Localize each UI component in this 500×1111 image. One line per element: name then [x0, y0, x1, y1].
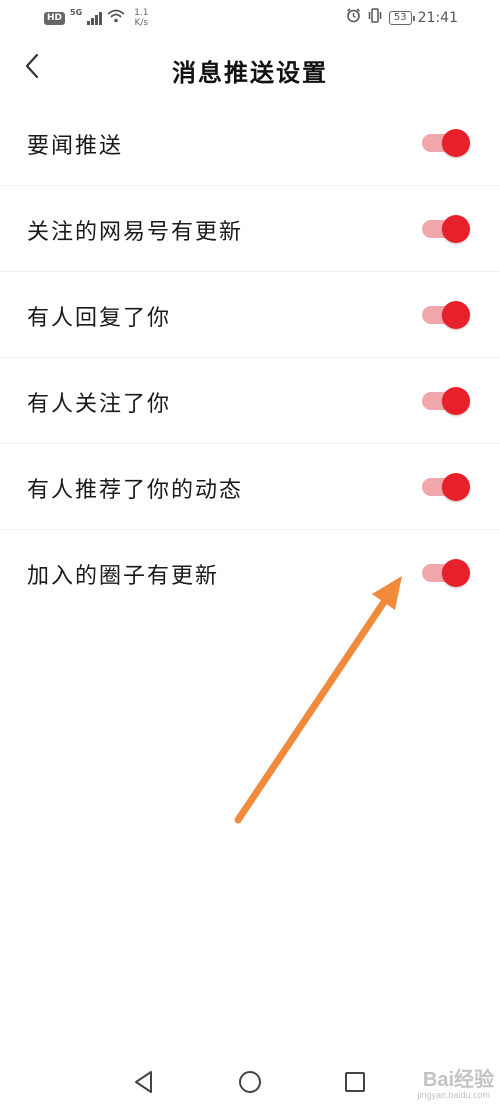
network-type: 5G — [70, 7, 83, 17]
toggle-knob — [442, 559, 470, 587]
setting-row-circle-update: 加入的圈子有更新 — [0, 530, 500, 615]
setting-row-recommend: 有人推荐了你的动态 — [0, 444, 500, 530]
speed-unit: K/s — [134, 18, 149, 28]
circle-update-toggle[interactable] — [422, 559, 470, 587]
circle-home-icon — [235, 1071, 265, 1101]
settings-list: 要闻推送 关注的网易号有更新 有人回复了你 有人关注了你 有人推荐了你的动态 加… — [0, 100, 500, 615]
nav-recents-button[interactable] — [340, 1067, 370, 1097]
followed-update-toggle[interactable] — [422, 215, 470, 243]
signal-icon — [87, 11, 103, 25]
wifi-icon — [107, 9, 125, 27]
toggle-knob — [442, 215, 470, 243]
setting-label: 要闻推送 — [27, 134, 124, 159]
status-bar: HD 5G 1.1 K/s 53 21:41 — [0, 0, 500, 36]
clock: 21:41 — [417, 9, 458, 26]
battery-icon: 53 — [388, 10, 415, 25]
alarm-icon — [346, 8, 361, 27]
setting-label: 加入的圈子有更新 — [27, 564, 220, 589]
watermark-url: jingyan.baidu.com — [417, 1090, 490, 1100]
headline-push-toggle[interactable] — [422, 129, 470, 157]
setting-label: 关注的网易号有更新 — [27, 220, 244, 245]
reply-toggle[interactable] — [422, 301, 470, 329]
setting-row-headline-push: 要闻推送 — [0, 100, 500, 186]
triangle-back-icon — [129, 1071, 159, 1101]
setting-row-follow: 有人关注了你 — [0, 358, 500, 444]
speed-value: 1.1 — [134, 8, 149, 18]
toggle-knob — [442, 301, 470, 329]
setting-label: 有人推荐了你的动态 — [27, 478, 244, 503]
follow-toggle[interactable] — [422, 387, 470, 415]
setting-row-reply: 有人回复了你 — [0, 272, 500, 358]
hd-badge: HD — [44, 11, 66, 25]
watermark-brand: Bai经验 — [422, 1069, 494, 1091]
page-title: 消息推送设置 — [172, 59, 328, 87]
header: 消息推送设置 — [0, 40, 500, 96]
toggle-knob — [442, 129, 470, 157]
setting-label: 有人回复了你 — [27, 306, 172, 331]
recommend-toggle[interactable] — [422, 473, 470, 501]
nav-back-button[interactable] — [129, 1067, 159, 1097]
setting-label: 有人关注了你 — [27, 392, 172, 417]
toggle-knob — [442, 387, 470, 415]
square-recents-icon — [340, 1072, 370, 1101]
toggle-knob — [442, 473, 470, 501]
vibrate-icon — [367, 8, 383, 27]
setting-row-followed-update: 关注的网易号有更新 — [0, 186, 500, 272]
status-right: 53 21:41 — [346, 8, 458, 27]
status-left: HD 5G 1.1 K/s — [44, 8, 148, 28]
nav-home-button[interactable] — [235, 1067, 265, 1097]
network-speed: 1.1 K/s — [134, 8, 148, 28]
